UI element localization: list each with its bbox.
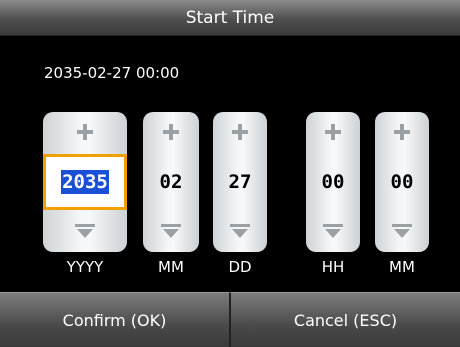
month-label: MM	[158, 258, 184, 276]
minute-decrement-button[interactable]	[375, 216, 429, 248]
minute-value-field[interactable]: 00	[375, 154, 429, 210]
day-decrement-button[interactable]	[213, 216, 267, 248]
month-spinner: 02	[143, 112, 199, 252]
year-increment-button[interactable]	[43, 116, 127, 148]
cancel-button[interactable]: Cancel (ESC)	[229, 292, 460, 347]
footer-bar: Confirm (OK) Cancel (ESC)	[0, 292, 460, 347]
minute-spinner: 00	[375, 112, 429, 252]
plus-icon	[232, 124, 248, 140]
hour-decrement-button[interactable]	[306, 216, 360, 248]
day-label: DD	[228, 258, 252, 276]
page-title: Start Time	[185, 7, 275, 28]
month-value-field[interactable]: 02	[143, 154, 199, 210]
hour-spinner: 00	[306, 112, 360, 252]
year-value-field[interactable]: 2035	[43, 154, 127, 210]
confirm-button[interactable]: Confirm (OK)	[0, 292, 229, 347]
title-bar: Start Time	[0, 0, 460, 36]
day-increment-button[interactable]	[213, 116, 267, 148]
plus-icon	[77, 124, 93, 140]
current-datetime: 2035-02-27 00:00	[44, 64, 180, 82]
year-spinner: 2035	[43, 112, 127, 252]
down-triangle-icon	[323, 224, 343, 238]
plus-icon	[163, 124, 179, 140]
down-triangle-icon	[161, 224, 181, 238]
year-decrement-button[interactable]	[43, 216, 127, 248]
month-decrement-button[interactable]	[143, 216, 199, 248]
month-increment-button[interactable]	[143, 116, 199, 148]
down-triangle-icon	[392, 224, 412, 238]
minute-value: 00	[390, 171, 414, 193]
hour-increment-button[interactable]	[306, 116, 360, 148]
year-value: 2035	[61, 170, 109, 194]
plus-icon	[394, 124, 410, 140]
down-triangle-icon	[75, 224, 95, 238]
hour-label: HH	[321, 258, 345, 276]
plus-icon	[325, 124, 341, 140]
day-value-field[interactable]: 27	[213, 154, 267, 210]
minute-increment-button[interactable]	[375, 116, 429, 148]
month-value: 02	[159, 171, 183, 193]
day-value: 27	[228, 171, 252, 193]
day-spinner: 27	[213, 112, 267, 252]
minute-label: MM	[389, 258, 415, 276]
down-triangle-icon	[230, 224, 250, 238]
hour-value-field[interactable]: 00	[306, 154, 360, 210]
year-label: YYYY	[66, 258, 104, 276]
hour-value: 00	[321, 171, 345, 193]
